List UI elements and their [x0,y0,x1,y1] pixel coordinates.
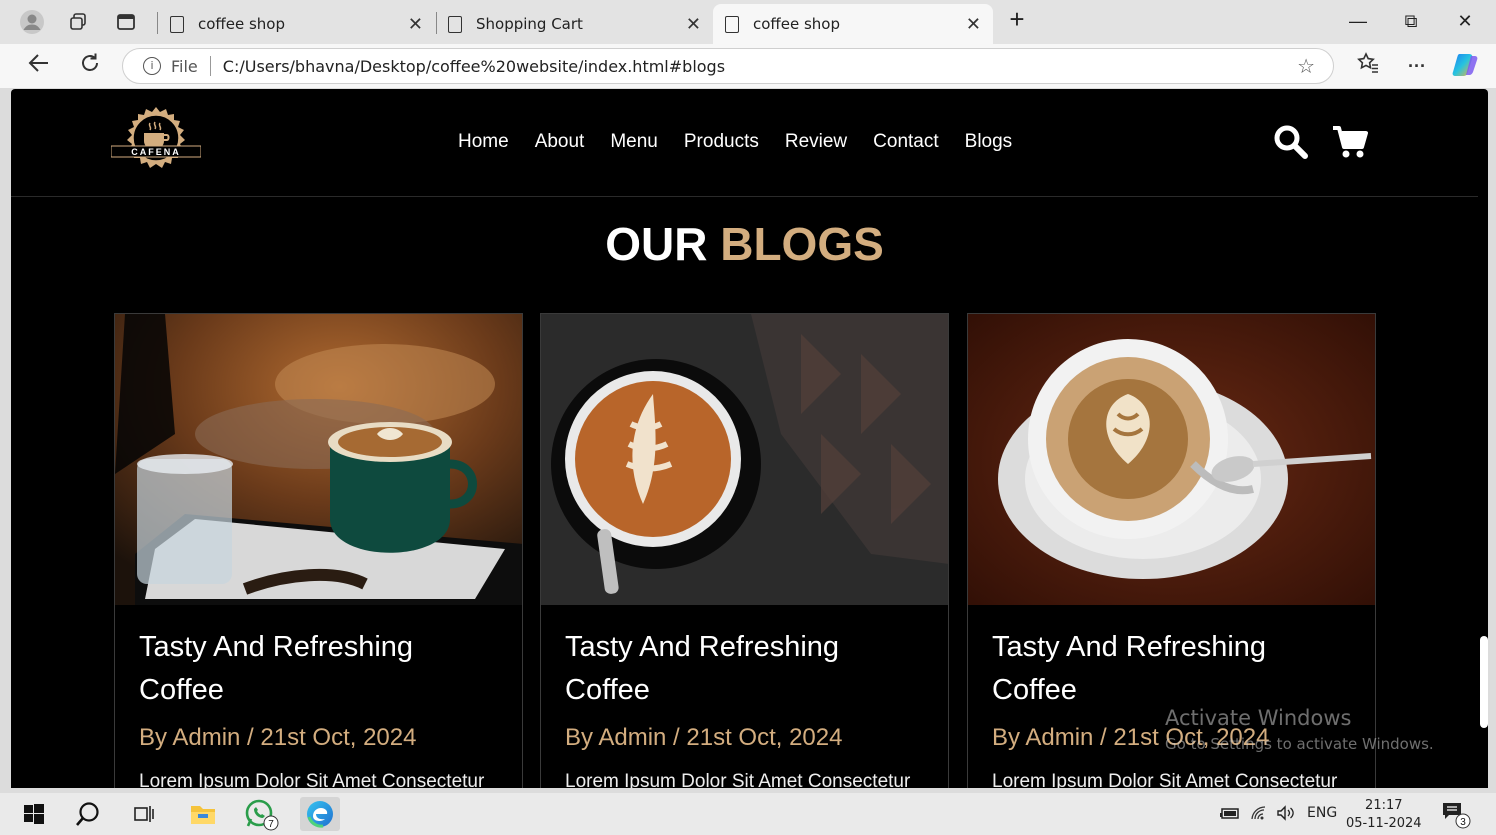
address-bar[interactable]: i File C:/Users/bhavna/Desktop/coffee%20… [122,48,1334,84]
logo-text: CAFENA [131,147,181,157]
tab-coffee-shop-active[interactable]: coffee shop ✕ [713,4,993,44]
favorites-icon[interactable] [1353,52,1383,80]
volume-icon[interactable] [1276,805,1296,825]
blog-meta: By Admin / 21st Oct, 2024 [139,724,417,751]
title-part-blogs: BLOGS [720,218,884,270]
file-explorer-icon[interactable] [183,797,223,831]
document-icon [725,15,739,33]
refresh-icon[interactable] [75,52,105,80]
blog-excerpt: Lorem Ipsum Dolor Sit Amet Consectetur [992,771,1338,788]
page-scrollbar[interactable] [1480,636,1488,728]
close-window-button[interactable]: ✕ [1445,6,1485,36]
minimize-button[interactable]: — [1338,6,1378,36]
whatsapp-badge: 7 [268,819,274,830]
document-icon [448,15,462,33]
site-header: CAFENA Home About Menu Products Review C… [11,89,1478,197]
nav-home[interactable]: Home [458,131,509,153]
scheme-label: File [171,56,198,76]
tab-close-icon[interactable]: ✕ [966,14,981,35]
back-icon[interactable] [24,52,54,80]
document-icon [170,15,184,33]
tab-title: Shopping Cart [476,15,583,33]
title-part-our: OUR [605,218,708,270]
browser-window: coffee shop ✕ Shopping Cart ✕ coffee sho… [0,0,1496,835]
new-tab-button[interactable]: + [997,4,1037,34]
nav-about[interactable]: About [535,131,585,153]
clock-time: 21:17 [1365,798,1403,813]
tab-actions-icon[interactable] [113,9,139,35]
blog-title[interactable]: Tasty And Refreshing Coffee [139,626,479,712]
blog-card[interactable]: Tasty And Refreshing Coffee By Admin / 2… [114,313,523,788]
blog-card[interactable]: Tasty And Refreshing Coffee By Admin / 2… [540,313,949,788]
edge-browser-icon[interactable] [300,797,340,831]
search-taskbar-icon[interactable] [68,797,108,831]
site-info-icon[interactable]: i [143,57,161,75]
taskbar: 7 ENG 21:17 05-11-2024 3 [0,793,1496,835]
whatsapp-icon[interactable]: 7 [242,797,282,831]
language-indicator[interactable]: ENG [1307,805,1337,821]
cart-icon[interactable] [1332,125,1368,164]
blog-title[interactable]: Tasty And Refreshing Coffee [565,626,905,712]
more-options-button[interactable]: ··· [1402,52,1432,80]
wifi-icon[interactable] [1250,805,1268,825]
task-view-icon[interactable] [125,797,165,831]
nav-menu[interactable]: Menu [610,131,658,153]
system-clock[interactable]: 21:17 05-11-2024 [1346,797,1422,833]
restore-button[interactable]: ⧉ [1391,6,1431,36]
blog-excerpt: Lorem Ipsum Dolor Sit Amet Consectetur [139,771,485,788]
nav-review[interactable]: Review [785,131,847,153]
tab-strip: coffee shop ✕ Shopping Cart ✕ coffee sho… [0,0,1496,44]
blog-image-latte-art[interactable] [541,314,948,605]
address-divider [209,56,211,76]
clock-date: 05-11-2024 [1346,816,1422,831]
nav-contact[interactable]: Contact [873,131,938,153]
nav-blogs[interactable]: Blogs [965,131,1013,153]
url-text[interactable]: C:/Users/bhavna/Desktop/coffee%20website… [223,57,725,76]
tab-title: coffee shop [198,15,286,33]
tab-close-icon[interactable]: ✕ [408,14,423,35]
copilot-icon[interactable] [1451,52,1481,80]
blog-image-cappuccino[interactable] [968,314,1375,605]
section-title: OUR BLOGS [11,217,1478,271]
notification-badge: 3 [1460,817,1466,828]
notification-center-icon[interactable]: 3 [1436,797,1476,831]
windows-start-icon[interactable] [14,797,54,831]
cafena-logo[interactable]: CAFENA [110,105,202,177]
blog-meta: By Admin / 21st Oct, 2024 [565,724,843,751]
nav-products[interactable]: Products [684,131,759,153]
header-icons [1274,125,1368,164]
tab-title: coffee shop [753,15,841,33]
search-icon[interactable] [1274,125,1308,164]
main-navigation: Home About Menu Products Review Contact … [458,131,1012,153]
activation-watermark-title: Activate Windows [1165,706,1352,730]
profile-icon[interactable] [19,9,45,35]
tab-coffee-shop-1[interactable]: coffee shop ✕ [158,4,435,44]
blog-title[interactable]: Tasty And Refreshing Coffee [992,626,1332,712]
webpage: CAFENA Home About Menu Products Review C… [11,89,1488,788]
tab-shopping-cart[interactable]: Shopping Cart ✕ [436,4,713,44]
activation-watermark-subtitle: Go to Settings to activate Windows. [1165,735,1434,753]
toolbar: i File C:/Users/bhavna/Desktop/coffee%20… [0,44,1496,88]
favorite-star-icon[interactable]: ☆ [1297,54,1315,78]
battery-icon[interactable] [1220,805,1242,825]
blog-excerpt: Lorem Ipsum Dolor Sit Amet Consectetur [565,771,911,788]
blog-image-coffee-glass[interactable] [115,314,522,605]
tab-close-icon[interactable]: ✕ [686,14,701,35]
workspaces-icon[interactable] [65,9,91,35]
